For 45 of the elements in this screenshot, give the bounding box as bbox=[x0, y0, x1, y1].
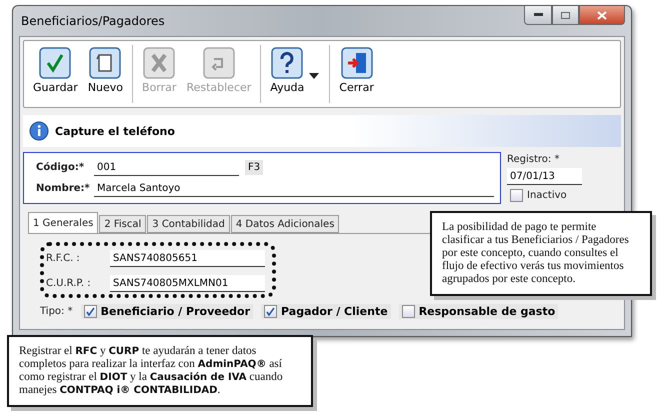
help-icon bbox=[271, 47, 304, 79]
checkbox-label: Responsable de gasto bbox=[418, 305, 556, 318]
checkbox[interactable] bbox=[264, 305, 278, 318]
toolbar-button[interactable]: Cerrar bbox=[334, 45, 379, 99]
toolbar-button[interactable]: Ayuda bbox=[265, 45, 310, 99]
field-label: Registro: * bbox=[507, 154, 560, 165]
toolbar-button[interactable]: Nuevo bbox=[82, 45, 128, 99]
key-hint: F3 bbox=[245, 160, 264, 175]
minimize-button[interactable] bbox=[524, 6, 552, 25]
tab[interactable]: 1 Generales bbox=[28, 212, 98, 233]
date-field[interactable]: 07/01/13 bbox=[507, 168, 582, 185]
field-label: Nombre:* bbox=[36, 183, 88, 194]
maximize-icon bbox=[561, 12, 570, 18]
close-button[interactable] bbox=[579, 6, 625, 25]
field-label: Código:* bbox=[36, 162, 86, 173]
checkmark-icon bbox=[39, 47, 72, 79]
toolbar-button[interactable]: Guardar bbox=[28, 45, 83, 99]
checkmark-icon bbox=[266, 307, 276, 316]
info-icon bbox=[29, 121, 49, 141]
input-field[interactable]: SANS740805MXLMN01 bbox=[110, 275, 265, 292]
caret-icon[interactable] bbox=[309, 73, 320, 79]
page-icon bbox=[89, 47, 122, 79]
checkbox-label: Inactivo bbox=[527, 190, 567, 201]
undo-icon bbox=[202, 47, 235, 79]
x-icon bbox=[143, 47, 176, 79]
checkbox[interactable] bbox=[402, 305, 415, 318]
input-field[interactable]: Marcela Santoyo bbox=[94, 180, 494, 197]
info-message: Capture el teléfono bbox=[55, 124, 175, 138]
exit-door-icon bbox=[340, 47, 373, 79]
window-title: Beneficiarios/Pagadores bbox=[21, 14, 166, 28]
field-label: R.F.C. : bbox=[46, 253, 81, 264]
tab[interactable]: 2 Fiscal bbox=[99, 215, 146, 233]
field-label: C.U.R.P. : bbox=[46, 278, 92, 289]
checkbox-label: Beneficiario / Proveedor bbox=[100, 305, 250, 318]
tab[interactable]: 4 Datos Adicionales bbox=[230, 215, 340, 233]
checkbox[interactable] bbox=[84, 305, 97, 318]
checkmark-icon bbox=[86, 307, 95, 316]
checkbox-label: Pagador / Cliente bbox=[281, 305, 388, 318]
tab[interactable]: 3 Contabilidad bbox=[147, 215, 230, 233]
input-field[interactable]: SANS740805651 bbox=[110, 250, 265, 267]
field-label: Tipo: * bbox=[40, 306, 73, 317]
maximize-button[interactable] bbox=[552, 6, 579, 25]
close-icon bbox=[597, 10, 607, 20]
checkbox[interactable] bbox=[510, 189, 523, 202]
minimize-icon bbox=[534, 13, 542, 17]
